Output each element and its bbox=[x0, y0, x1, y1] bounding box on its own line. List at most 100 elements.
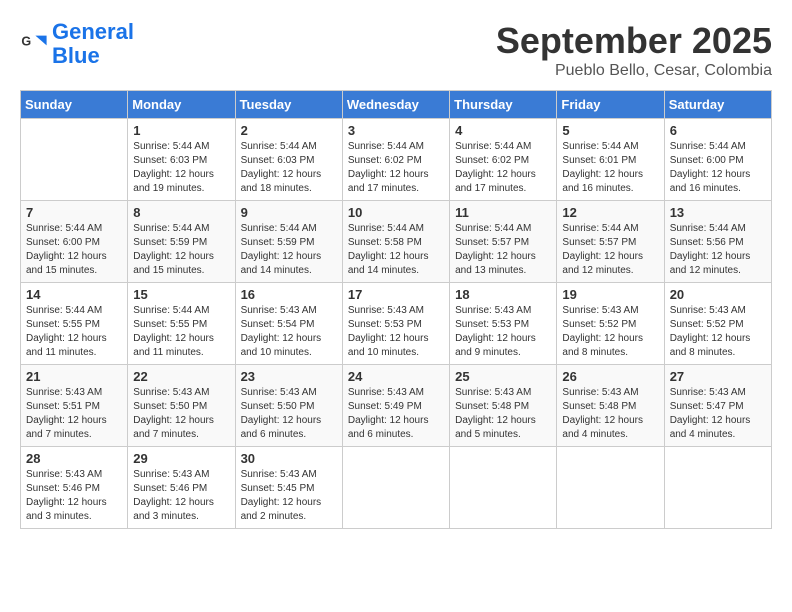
day-info: Sunrise: 5:43 AM Sunset: 5:46 PM Dayligh… bbox=[133, 468, 229, 524]
day-number: 10 bbox=[348, 205, 444, 220]
day-info: Sunrise: 5:44 AM Sunset: 5:58 PM Dayligh… bbox=[348, 222, 444, 278]
month-title: September 2025 bbox=[496, 20, 772, 62]
calendar-cell: 18 Sunrise: 5:43 AM Sunset: 5:53 PM Dayli… bbox=[450, 283, 557, 365]
day-number: 14 bbox=[26, 287, 122, 302]
day-info: Sunrise: 5:43 AM Sunset: 5:53 PM Dayligh… bbox=[348, 304, 444, 360]
calendar-cell: 14 Sunrise: 5:44 AM Sunset: 5:55 PM Dayli… bbox=[21, 283, 128, 365]
calendar-cell: 26 Sunrise: 5:43 AM Sunset: 5:48 PM Dayli… bbox=[557, 365, 664, 447]
calendar-cell bbox=[450, 447, 557, 529]
day-number: 1 bbox=[133, 123, 229, 138]
calendar-table: SundayMondayTuesdayWednesdayThursdayFrid… bbox=[20, 90, 772, 529]
calendar-cell: 20 Sunrise: 5:43 AM Sunset: 5:52 PM Dayli… bbox=[664, 283, 771, 365]
day-info: Sunrise: 5:43 AM Sunset: 5:49 PM Dayligh… bbox=[348, 386, 444, 442]
calendar-cell: 13 Sunrise: 5:44 AM Sunset: 5:56 PM Dayli… bbox=[664, 201, 771, 283]
day-number: 25 bbox=[455, 369, 551, 384]
logo-icon: G bbox=[20, 30, 48, 58]
day-number: 19 bbox=[562, 287, 658, 302]
calendar-cell: 8 Sunrise: 5:44 AM Sunset: 5:59 PM Daylig… bbox=[128, 201, 235, 283]
day-number: 22 bbox=[133, 369, 229, 384]
day-info: Sunrise: 5:43 AM Sunset: 5:52 PM Dayligh… bbox=[562, 304, 658, 360]
calendar-cell: 19 Sunrise: 5:43 AM Sunset: 5:52 PM Dayli… bbox=[557, 283, 664, 365]
day-number: 4 bbox=[455, 123, 551, 138]
svg-text:G: G bbox=[21, 35, 31, 49]
calendar-cell: 11Sunrise: 5:44 AM Sunset: 5:57 PM Dayli… bbox=[450, 201, 557, 283]
weekday-header-row: SundayMondayTuesdayWednesdayThursdayFrid… bbox=[21, 91, 772, 119]
day-number: 24 bbox=[348, 369, 444, 384]
day-info: Sunrise: 5:43 AM Sunset: 5:52 PM Dayligh… bbox=[670, 304, 766, 360]
day-number: 23 bbox=[241, 369, 337, 384]
day-info: Sunrise: 5:43 AM Sunset: 5:48 PM Dayligh… bbox=[455, 386, 551, 442]
weekday-header-cell: Thursday bbox=[450, 91, 557, 119]
calendar-cell: 4Sunrise: 5:44 AM Sunset: 6:02 PM Daylig… bbox=[450, 119, 557, 201]
day-number: 15 bbox=[133, 287, 229, 302]
day-number: 26 bbox=[562, 369, 658, 384]
day-info: Sunrise: 5:44 AM Sunset: 5:59 PM Dayligh… bbox=[241, 222, 337, 278]
day-info: Sunrise: 5:43 AM Sunset: 5:54 PM Dayligh… bbox=[241, 304, 337, 360]
day-number: 6 bbox=[670, 123, 766, 138]
calendar-cell: 1 Sunrise: 5:44 AM Sunset: 6:03 PM Daylig… bbox=[128, 119, 235, 201]
calendar-cell: 21 Sunrise: 5:43 AM Sunset: 5:51 PM Dayli… bbox=[21, 365, 128, 447]
calendar-cell: 17 Sunrise: 5:43 AM Sunset: 5:53 PM Dayli… bbox=[342, 283, 449, 365]
day-number: 17 bbox=[348, 287, 444, 302]
day-number: 20 bbox=[670, 287, 766, 302]
weekday-header-cell: Monday bbox=[128, 91, 235, 119]
weekday-header-cell: Sunday bbox=[21, 91, 128, 119]
day-info: Sunrise: 5:43 AM Sunset: 5:48 PM Dayligh… bbox=[562, 386, 658, 442]
calendar-cell: 2 Sunrise: 5:44 AM Sunset: 6:03 PM Daylig… bbox=[235, 119, 342, 201]
calendar-week-row: 14 Sunrise: 5:44 AM Sunset: 5:55 PM Dayli… bbox=[21, 283, 772, 365]
location-title: Pueblo Bello, Cesar, Colombia bbox=[496, 62, 772, 80]
calendar-cell: 29Sunrise: 5:43 AM Sunset: 5:46 PM Dayli… bbox=[128, 447, 235, 529]
weekday-header-cell: Saturday bbox=[664, 91, 771, 119]
calendar-cell: 10 Sunrise: 5:44 AM Sunset: 5:58 PM Dayli… bbox=[342, 201, 449, 283]
calendar-cell: 23 Sunrise: 5:43 AM Sunset: 5:50 PM Dayli… bbox=[235, 365, 342, 447]
day-number: 30 bbox=[241, 451, 337, 466]
day-info: Sunrise: 5:44 AM Sunset: 6:03 PM Dayligh… bbox=[133, 140, 229, 196]
weekday-header-cell: Tuesday bbox=[235, 91, 342, 119]
calendar-cell: 25 Sunrise: 5:43 AM Sunset: 5:48 PM Dayli… bbox=[450, 365, 557, 447]
day-info: Sunrise: 5:43 AM Sunset: 5:53 PM Dayligh… bbox=[455, 304, 551, 360]
calendar-cell: 22Sunrise: 5:43 AM Sunset: 5:50 PM Dayli… bbox=[128, 365, 235, 447]
day-info: Sunrise: 5:44 AM Sunset: 6:02 PM Dayligh… bbox=[348, 140, 444, 196]
day-number: 12 bbox=[562, 205, 658, 220]
day-info: Sunrise: 5:44 AM Sunset: 5:55 PM Dayligh… bbox=[26, 304, 122, 360]
calendar-cell: 5 Sunrise: 5:44 AM Sunset: 6:01 PM Daylig… bbox=[557, 119, 664, 201]
calendar-cell: 27Sunrise: 5:43 AM Sunset: 5:47 PM Dayli… bbox=[664, 365, 771, 447]
calendar-week-row: 28Sunrise: 5:43 AM Sunset: 5:46 PM Dayli… bbox=[21, 447, 772, 529]
calendar-cell: 3Sunrise: 5:44 AM Sunset: 6:02 PM Daylig… bbox=[342, 119, 449, 201]
calendar-cell: 9Sunrise: 5:44 AM Sunset: 5:59 PM Daylig… bbox=[235, 201, 342, 283]
calendar-cell: 7 Sunrise: 5:44 AM Sunset: 6:00 PM Daylig… bbox=[21, 201, 128, 283]
day-info: Sunrise: 5:44 AM Sunset: 6:03 PM Dayligh… bbox=[241, 140, 337, 196]
day-info: Sunrise: 5:44 AM Sunset: 5:56 PM Dayligh… bbox=[670, 222, 766, 278]
day-info: Sunrise: 5:44 AM Sunset: 5:55 PM Dayligh… bbox=[133, 304, 229, 360]
calendar-cell: 15 Sunrise: 5:44 AM Sunset: 5:55 PM Dayli… bbox=[128, 283, 235, 365]
page-header: G General Blue September 2025 Pueblo Bel… bbox=[20, 20, 772, 80]
day-info: Sunrise: 5:43 AM Sunset: 5:51 PM Dayligh… bbox=[26, 386, 122, 442]
weekday-header-cell: Friday bbox=[557, 91, 664, 119]
calendar-cell bbox=[342, 447, 449, 529]
day-number: 8 bbox=[133, 205, 229, 220]
day-info: Sunrise: 5:44 AM Sunset: 6:01 PM Dayligh… bbox=[562, 140, 658, 196]
weekday-header-cell: Wednesday bbox=[342, 91, 449, 119]
calendar-cell bbox=[664, 447, 771, 529]
day-info: Sunrise: 5:43 AM Sunset: 5:45 PM Dayligh… bbox=[241, 468, 337, 524]
calendar-cell: 30 Sunrise: 5:43 AM Sunset: 5:45 PM Dayli… bbox=[235, 447, 342, 529]
day-info: Sunrise: 5:43 AM Sunset: 5:50 PM Dayligh… bbox=[241, 386, 337, 442]
day-number: 13 bbox=[670, 205, 766, 220]
day-info: Sunrise: 5:44 AM Sunset: 6:00 PM Dayligh… bbox=[26, 222, 122, 278]
day-number: 5 bbox=[562, 123, 658, 138]
day-number: 11 bbox=[455, 205, 551, 220]
day-number: 2 bbox=[241, 123, 337, 138]
calendar-cell: 6 Sunrise: 5:44 AM Sunset: 6:00 PM Daylig… bbox=[664, 119, 771, 201]
calendar-cell: 12 Sunrise: 5:44 AM Sunset: 5:57 PM Dayli… bbox=[557, 201, 664, 283]
calendar-week-row: 21 Sunrise: 5:43 AM Sunset: 5:51 PM Dayli… bbox=[21, 365, 772, 447]
calendar-cell: 24 Sunrise: 5:43 AM Sunset: 5:49 PM Dayli… bbox=[342, 365, 449, 447]
day-number: 27 bbox=[670, 369, 766, 384]
day-number: 18 bbox=[455, 287, 551, 302]
day-number: 7 bbox=[26, 205, 122, 220]
day-number: 21 bbox=[26, 369, 122, 384]
day-info: Sunrise: 5:44 AM Sunset: 6:00 PM Dayligh… bbox=[670, 140, 766, 196]
day-info: Sunrise: 5:44 AM Sunset: 5:57 PM Dayligh… bbox=[562, 222, 658, 278]
day-info: Sunrise: 5:44 AM Sunset: 5:59 PM Dayligh… bbox=[133, 222, 229, 278]
calendar-week-row: 7 Sunrise: 5:44 AM Sunset: 6:00 PM Daylig… bbox=[21, 201, 772, 283]
day-info: Sunrise: 5:43 AM Sunset: 5:46 PM Dayligh… bbox=[26, 468, 122, 524]
